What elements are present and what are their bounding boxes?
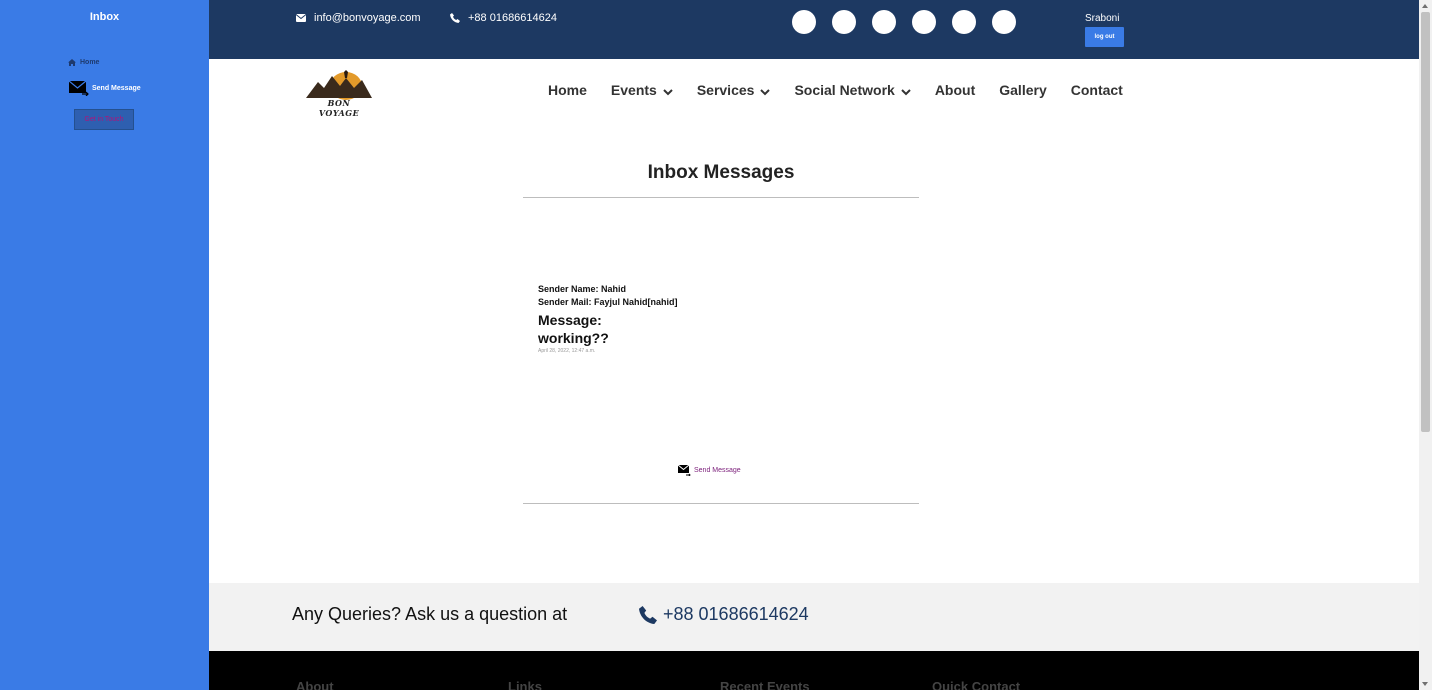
- sidebar-item-home[interactable]: Home: [68, 59, 99, 66]
- footer: About Links Recent Events Quick Contact: [209, 651, 1419, 690]
- footer-heading-quick-contact: Quick Contact: [932, 679, 1021, 690]
- send-mail-icon: [69, 80, 89, 96]
- chevron-down-icon: [901, 88, 911, 95]
- sidebar-item-send-label: Send Message: [92, 84, 141, 92]
- nav-item-label: Events: [610, 82, 657, 98]
- nav-item-label: Contact: [1070, 82, 1123, 98]
- sidebar-item-home-label: Home: [80, 59, 100, 66]
- scroll-thumb[interactable]: [1421, 12, 1430, 432]
- page-title: Inbox Messages: [647, 162, 795, 183]
- nav-item-label: About: [934, 82, 976, 98]
- home-icon: [68, 59, 76, 66]
- nav-item-label: Social Network: [794, 82, 895, 98]
- query-phone[interactable]: +88 01686614624: [639, 604, 809, 625]
- page-scrollbar[interactable]: [1419, 0, 1432, 690]
- query-text: Any Queries? Ask us a question at: [292, 604, 568, 624]
- chevron-down-icon: [663, 88, 673, 95]
- nav-item-contact[interactable]: Contact: [1071, 82, 1123, 98]
- bottom-divider: [523, 503, 919, 504]
- footer-heading-about: About: [296, 679, 334, 690]
- user-name: Sraboni: [1085, 13, 1120, 24]
- social-icon-5[interactable]: [952, 10, 976, 34]
- top-phone[interactable]: +88 01686614624: [450, 12, 557, 24]
- logo-image: [306, 70, 372, 100]
- scroll-down-arrow-icon[interactable]: [1422, 682, 1428, 686]
- footer-heading-recent-events: Recent Events: [720, 679, 810, 690]
- logo-text: BON VOYAGE: [318, 98, 360, 118]
- nav-item-social-network[interactable]: Social Network: [794, 82, 911, 98]
- query-phone-text: +88 01686614624: [663, 604, 809, 624]
- nav-item-home[interactable]: Home: [548, 82, 587, 98]
- sidebar: Inbox Home Send Message Get in Touch: [0, 0, 209, 690]
- social-icon-2[interactable]: [832, 10, 856, 34]
- get-in-touch-button[interactable]: Get in Touch: [74, 109, 134, 130]
- site-logo[interactable]: BON VOYAGE: [306, 68, 372, 118]
- message-label: Message:: [538, 312, 602, 328]
- nav-item-events[interactable]: Events: [611, 82, 673, 98]
- social-icon-1[interactable]: [792, 10, 816, 34]
- send-message-label: Send Message: [694, 467, 741, 474]
- main-nav: Home Events Services Social Network About Gal…: [548, 82, 1123, 98]
- send-message-link[interactable]: Send Message: [678, 465, 741, 476]
- top-phone-text: +88 01686614624: [468, 12, 558, 24]
- nav-item-gallery[interactable]: Gallery: [999, 82, 1046, 98]
- nav-item-services[interactable]: Services: [697, 82, 771, 98]
- sidebar-title: Inbox: [89, 11, 120, 23]
- title-divider: [523, 197, 919, 198]
- top-email[interactable]: info@bonvoyage.com: [296, 12, 421, 24]
- sender-name: Sender Name: Nahid: [538, 284, 627, 294]
- social-icon-3[interactable]: [872, 10, 896, 34]
- send-mail-icon: [678, 465, 691, 476]
- sidebar-item-send-message[interactable]: Send Message: [69, 80, 141, 96]
- social-icon-6[interactable]: [992, 10, 1016, 34]
- phone-icon: [450, 13, 460, 23]
- chevron-down-icon: [760, 88, 771, 95]
- social-icons: [792, 10, 1016, 34]
- nav-item-label: Gallery: [999, 82, 1047, 98]
- envelope-icon: [296, 14, 306, 22]
- message-body: working??: [538, 330, 609, 346]
- social-icon-4[interactable]: [912, 10, 936, 34]
- query-bar: Any Queries? Ask us a question at +88 01…: [209, 583, 1419, 651]
- top-bar: info@bonvoyage.com +88 01686614624 Srabo…: [209, 0, 1419, 59]
- footer-heading-links: Links: [508, 679, 542, 690]
- nav-item-label: Home: [548, 82, 587, 98]
- phone-icon: [639, 605, 657, 624]
- sender-mail: Sender Mail: Fayjul Nahid[nahid]: [538, 297, 678, 307]
- nav-item-label: Services: [696, 82, 755, 98]
- nav-item-about[interactable]: About: [935, 82, 975, 98]
- message-date: April 28, 2022, 12:47 a.m.: [538, 348, 596, 354]
- scroll-up-arrow-icon[interactable]: [1422, 4, 1428, 8]
- logout-button[interactable]: log out: [1085, 27, 1124, 47]
- top-email-text: info@bonvoyage.com: [314, 12, 421, 24]
